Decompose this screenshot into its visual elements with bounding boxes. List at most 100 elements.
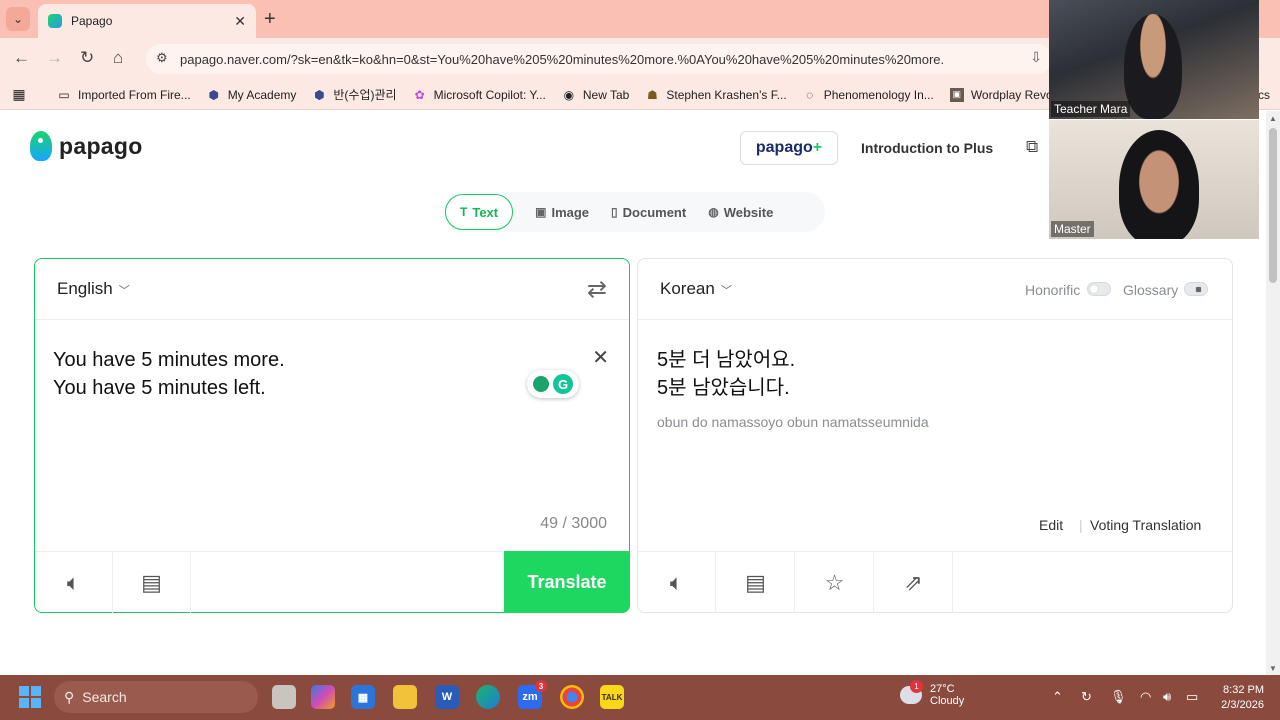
chrome-icon[interactable] xyxy=(560,685,584,709)
target-language-select[interactable]: Korean ﹀ xyxy=(660,279,732,299)
back-icon[interactable]: ← xyxy=(13,48,30,68)
introduction-to-plus-link[interactable]: Introduction to Plus xyxy=(861,140,993,156)
close-tab-icon[interactable]: ✕ xyxy=(234,13,246,30)
edit-link[interactable]: Edit xyxy=(1039,517,1063,533)
page-scrollbar[interactable]: ▲ ▼ xyxy=(1266,111,1280,675)
scrollbar-thumb[interactable] xyxy=(1269,128,1277,283)
browser-tab[interactable]: Papago ✕ xyxy=(38,4,256,38)
search-icon: ⚲ xyxy=(64,688,75,705)
character-count: 49 / 3000 xyxy=(540,515,607,532)
source-text-input[interactable]: You have 5 minutes more. You have 5 minu… xyxy=(53,346,285,402)
chevron-down-icon: ﹀ xyxy=(720,285,732,297)
external-link-icon[interactable]: ⧉ xyxy=(1026,137,1038,157)
participant-video xyxy=(1119,130,1199,239)
apps-icon[interactable]: ▦ xyxy=(12,86,33,102)
video-tile-teacher[interactable]: Teacher Mara xyxy=(1049,0,1259,119)
weather-badge: 1 xyxy=(910,680,923,693)
kakaotalk-icon[interactable]: TALK xyxy=(600,685,624,709)
site-info-icon[interactable]: ⚙ xyxy=(156,50,168,66)
tab-document[interactable]: ▯ Document xyxy=(611,205,686,220)
file-viewer-icon[interactable] xyxy=(272,685,296,709)
grammarly-bulb-icon xyxy=(533,376,549,392)
bookmark-my-academy[interactable]: ⬢ My Academy xyxy=(207,88,296,102)
target-panel-footer: 🔈︎ ▤ ☆ ⇗ xyxy=(638,551,1232,613)
forward-icon[interactable]: → xyxy=(46,48,63,68)
honorific-toggle[interactable] xyxy=(1087,282,1111,296)
weather-widget[interactable]: 1 27°C Cloudy xyxy=(900,680,965,707)
translate-button[interactable]: Translate xyxy=(504,551,630,613)
chevron-up-icon[interactable]: ⌃ xyxy=(1052,689,1063,705)
cloud-icon: 1 xyxy=(900,680,923,704)
tab-image[interactable]: ▣ Image xyxy=(535,205,589,220)
speaker-icon[interactable]: 🔈︎ xyxy=(638,552,716,613)
windows-start-icon[interactable] xyxy=(19,686,41,708)
home-icon[interactable]: ⌂ xyxy=(113,48,123,68)
weather-condition: Cloudy xyxy=(930,695,965,707)
divider: | xyxy=(1079,517,1083,533)
file-explorer-icon[interactable] xyxy=(393,685,417,709)
glossary-label: Glossary xyxy=(1123,282,1179,298)
text-icon: T xyxy=(460,205,468,219)
copy-icon[interactable]: ▤ xyxy=(717,552,795,613)
document-icon: ▯ xyxy=(611,205,618,219)
participant-name: Master xyxy=(1051,221,1094,237)
papago-bird-icon xyxy=(30,131,52,161)
plus-sign: + xyxy=(812,139,823,156)
target-panel-header: Korean ﹀ Honorific Glossary xyxy=(638,259,1232,320)
sync-icon[interactable]: ↻ xyxy=(1081,689,1092,705)
microphone-icon[interactable]: 🎙︎ xyxy=(1110,689,1127,705)
scroll-up-icon[interactable]: ▲ xyxy=(1269,114,1277,123)
system-clock[interactable]: 8:32 PM 2/3/2026 xyxy=(1214,683,1264,713)
image-icon: ▣ xyxy=(949,87,964,102)
participant-name: Teacher Mara xyxy=(1051,101,1131,117)
bookmarks-overflow[interactable]: cs xyxy=(1258,88,1270,102)
wifi-icon[interactable]: ◠ xyxy=(1140,689,1151,705)
translated-text: 5분 더 남았어요. 5분 남았습니다. xyxy=(657,349,796,399)
swap-languages-icon[interactable]: ⇄ xyxy=(587,275,607,304)
source-panel-footer: 🔈︎ ▤ Translate xyxy=(35,551,630,613)
plus-button-label: papago xyxy=(755,139,813,156)
bookmark-krashen[interactable]: ☗ Stephen Krashen's F... xyxy=(645,87,787,102)
store-icon[interactable]: ▦ xyxy=(351,685,375,709)
papago-favicon xyxy=(48,14,62,28)
tab-website[interactable]: ◍ Website xyxy=(708,205,773,220)
tab-search-button[interactable]: ⌄ xyxy=(6,7,30,31)
source-panel-header: English ﹀ ⇄ xyxy=(35,259,629,320)
address-bar[interactable]: ⚙ papago.naver.com/?sk=en&tk=ko&hn=0&st=… xyxy=(146,44,1052,74)
taskbar-search[interactable]: ⚲ Search xyxy=(54,681,258,713)
bookmark-class-management[interactable]: ⬢ 반(수업)관리 xyxy=(312,86,396,103)
scroll-down-icon[interactable]: ▼ xyxy=(1269,664,1277,673)
bookmark-copilot[interactable]: ✿ Microsoft Copilot: Y... xyxy=(413,88,546,102)
share-icon[interactable]: ⇗ xyxy=(875,552,953,613)
site-icon: ☗ xyxy=(646,87,658,102)
speaker-icon[interactable]: 🔈︎ xyxy=(35,552,113,613)
papago-logo[interactable]: papago xyxy=(30,131,143,161)
glossary-toggle[interactable] xyxy=(1184,282,1208,296)
clear-text-icon[interactable]: ✕ xyxy=(592,345,609,370)
papago-plus-button[interactable]: papago + xyxy=(740,131,838,165)
bookmark-imported[interactable]: ▭ Imported From Fire... xyxy=(57,88,190,102)
copilot-icon[interactable] xyxy=(311,685,335,709)
grammarly-widget[interactable]: G xyxy=(527,370,579,398)
edge-icon[interactable] xyxy=(476,685,500,709)
clock-date: 2/3/2026 xyxy=(1221,699,1264,711)
volume-icon[interactable]: 🔊︎ xyxy=(1163,689,1171,705)
new-tab-button[interactable]: + xyxy=(264,8,276,31)
star-icon[interactable]: ☆ xyxy=(796,552,874,613)
video-tile-master[interactable]: Master xyxy=(1049,120,1259,239)
copy-icon[interactable]: ▤ xyxy=(113,552,191,613)
bookmark-new-tab[interactable]: ◉ New Tab xyxy=(562,87,630,102)
tab-text[interactable]: T Text xyxy=(445,194,514,230)
battery-icon[interactable]: ▭ xyxy=(1186,689,1198,705)
word-icon[interactable]: W xyxy=(435,685,459,709)
source-language-select[interactable]: English ﹀ xyxy=(57,279,130,299)
bookmark-phenomenology[interactable]: ◌ Phenomenology In... xyxy=(803,88,934,102)
zoom-icon[interactable]: zm 3 xyxy=(518,680,547,709)
logo-text: papago xyxy=(59,132,143,159)
site-icon: ◌ xyxy=(806,87,814,102)
voting-translation-link[interactable]: Voting Translation xyxy=(1090,517,1201,533)
install-app-icon[interactable]: ⇩ xyxy=(1030,49,1042,66)
weather-temp: 27°C xyxy=(930,683,955,695)
reload-icon[interactable]: ↻ xyxy=(80,48,94,68)
globe-icon: ◉ xyxy=(563,87,575,102)
